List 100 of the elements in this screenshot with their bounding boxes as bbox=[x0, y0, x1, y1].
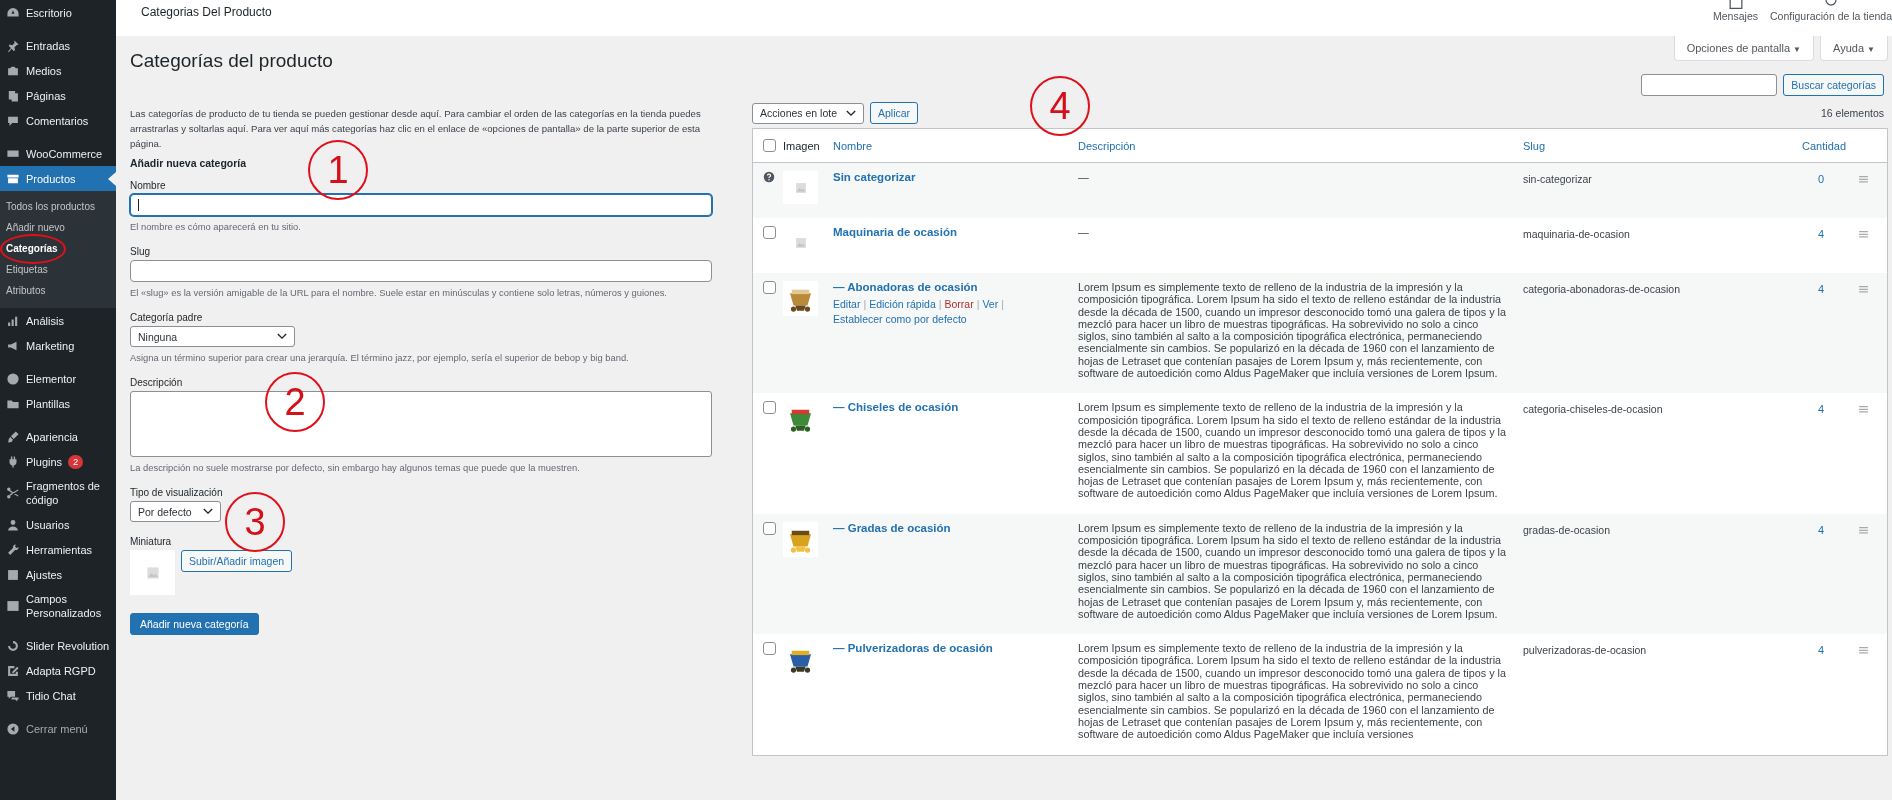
row-checkbox[interactable] bbox=[763, 281, 776, 294]
thumbnail-placeholder bbox=[130, 550, 175, 595]
collapse-icon bbox=[6, 721, 20, 736]
category-name-link[interactable]: — Pulverizadoras de ocasión bbox=[833, 642, 993, 655]
search-button[interactable]: Buscar categorías bbox=[1783, 74, 1884, 96]
sidebar-item[interactable]: Tidio Chat bbox=[0, 683, 116, 708]
header-action[interactable]: Configuración de la tienda bbox=[1770, 0, 1892, 22]
submenu-item[interactable]: Categorías bbox=[0, 238, 116, 259]
text-field[interactable] bbox=[130, 194, 712, 216]
sidebar-item[interactable]: Marketing bbox=[0, 333, 116, 358]
field-label: Tipo de visualización bbox=[130, 487, 224, 498]
product-count-link[interactable]: 4 bbox=[1817, 403, 1825, 416]
product-count-link[interactable]: 4 bbox=[1817, 228, 1825, 240]
collapse-menu-button[interactable]: Cerrar menú bbox=[0, 716, 116, 741]
slug-cell: sin-categorizar bbox=[1523, 173, 1592, 185]
category-name-link[interactable]: Sin categorizar bbox=[833, 171, 916, 183]
sidebar-item[interactable]: Medios bbox=[0, 58, 116, 83]
image-placeholder-icon bbox=[783, 171, 818, 204]
sidebar-item[interactable]: Usuarios bbox=[0, 512, 116, 537]
row-checkbox[interactable] bbox=[763, 226, 776, 239]
submenu-item[interactable]: Añadir nuevo bbox=[0, 217, 116, 238]
separator: | bbox=[1001, 297, 1004, 312]
sidebar-item[interactable]: Slider Revolution bbox=[0, 633, 116, 658]
column-header[interactable]: Nombre bbox=[833, 139, 1078, 152]
category-name-link[interactable]: — Chiseles de ocasión bbox=[833, 401, 959, 414]
submenu-item[interactable]: Etiquetas bbox=[0, 259, 116, 280]
dropdown[interactable]: Por defecto bbox=[130, 501, 221, 522]
row-action-link[interactable]: Establecer como por defecto bbox=[833, 312, 967, 327]
row-checkbox[interactable] bbox=[763, 521, 776, 535]
bulk-actions-dropdown[interactable]: Acciones en lote bbox=[752, 102, 864, 124]
apply-button[interactable]: Aplicar bbox=[870, 102, 919, 124]
annotation-ellipse bbox=[0, 234, 66, 264]
add-category-button[interactable]: Añadir nueva categoría bbox=[130, 613, 259, 635]
sidebar-item[interactable]: WooCommerce bbox=[0, 141, 116, 166]
column-header[interactable]: Slug bbox=[1523, 139, 1789, 152]
sidebar-item[interactable]: Elementor bbox=[0, 366, 116, 391]
form-heading: Añadir nueva categoría bbox=[130, 157, 248, 169]
row-checkbox[interactable] bbox=[763, 401, 776, 415]
product-count-link[interactable]: 4 bbox=[1817, 283, 1825, 295]
help-text: La descripción no suele mostrarse por defecto, sin embargo hay algunos temas que puede que la muestren. bbox=[130, 462, 581, 473]
sidebar-item[interactable]: Fragmentos de código bbox=[0, 474, 116, 512]
drag-handle-icon[interactable] bbox=[1859, 286, 1868, 293]
submenu-item[interactable]: Todos los productos bbox=[0, 196, 116, 217]
sidebar-item[interactable]: Productos bbox=[0, 166, 116, 191]
header-action[interactable]: Mensajes bbox=[1713, 0, 1758, 22]
sidebar-item[interactable]: Adapta RGPD bbox=[0, 658, 116, 683]
sidebar-item[interactable]: Comentarios bbox=[0, 108, 116, 133]
sidebar-item[interactable]: Plugins 2 bbox=[0, 449, 116, 474]
category-name-link[interactable]: — Gradas de ocasión bbox=[833, 521, 951, 534]
row-checkbox[interactable] bbox=[763, 642, 776, 656]
sidebar-item[interactable]: Plantillas bbox=[0, 391, 116, 416]
drag-handle-icon[interactable] bbox=[1859, 231, 1868, 238]
chevron-down-icon bbox=[203, 508, 213, 515]
column-header[interactable]: Descripción bbox=[1078, 139, 1523, 152]
text-field[interactable] bbox=[130, 260, 712, 282]
description-cell-text: Lorem Ipsum es simplemente texto de relleno de la industria de la impresión y la composición tipográfica. Lorem Ipsum ha sido el texto de relleno estándar de la industria desde la década de 1500, cuando un impresor desconocido tomó una galera de tipos y la mezcló para hacer un libro de muestras tipográficas. Ha sobrevivido no solo a cinco siglos, sino también al salto a la composición tipográfica electrónica, permaneciendo esencialmente sin cambios. Se popularizó en la década de 1960 con el lanzamiento de hojas de Letraset que contenían pasajes de Lorem Ipsum y, más recientemente, con software de autoedición como Aldus PageMaker que incluía versiones bbox=[1078, 642, 1507, 741]
product-count-link[interactable]: 4 bbox=[1817, 644, 1825, 657]
drag-handle-icon[interactable] bbox=[1859, 406, 1868, 414]
separator: | bbox=[863, 297, 867, 312]
chat-icon bbox=[6, 688, 20, 703]
current-page-pointer-icon bbox=[108, 171, 116, 186]
search-field[interactable] bbox=[1641, 74, 1778, 96]
column-header[interactable]: Cantidad bbox=[1789, 139, 1859, 152]
description-cell-text: Lorem Ipsum es simplemente texto de relleno de la industria de la impresión y la composición tipográfica. Lorem Ipsum ha sido el texto de relleno estándar de la industria desde la década de 1500, cuando un impresor desconocido tomó una galera de tipos y la mezcló para hacer un libro de muestras tipográficas. Ha sobrevivido no solo a cinco siglos, sino también al salto a la composición tipográfica electrónica, permaneciendo esencialmente sin cambios. Se popularizó en la década de 1960 con el lanzamiento de hojas de Letraset que contenían pasajes de Lorem Ipsum y, más recientemente, con software de autoedición como Aldus PageMaker que incluía versiones de Lorem Ipsum. bbox=[1078, 521, 1507, 621]
sidebar-item[interactable]: Páginas bbox=[0, 83, 116, 108]
drag-handle-icon[interactable] bbox=[1859, 526, 1868, 534]
select-all-checkbox[interactable] bbox=[763, 139, 776, 152]
sidebar-item[interactable]: Herramientas bbox=[0, 537, 116, 562]
screen-options-tab[interactable]: Ayuda ▼ bbox=[1820, 36, 1888, 61]
chevron-down-icon bbox=[277, 333, 287, 340]
field-label: Miniatura bbox=[130, 536, 173, 547]
row-action-link[interactable]: Ver bbox=[982, 297, 999, 312]
slug-cell: pulverizadoras-de-ocasion bbox=[1523, 644, 1647, 657]
help-icon[interactable] bbox=[763, 171, 775, 183]
submenu-item[interactable]: Atributos bbox=[0, 280, 116, 301]
dropdown[interactable]: Ninguna bbox=[130, 326, 295, 347]
row-action-link[interactable]: Editar bbox=[833, 297, 861, 312]
count-badge: 2 bbox=[68, 454, 84, 469]
row-action-link[interactable]: Borrar bbox=[944, 297, 974, 312]
sidebar-item[interactable]: Escritorio bbox=[0, 0, 116, 25]
upload-image-button[interactable]: Subir/Añadir imagen bbox=[181, 550, 293, 572]
product-count-link[interactable]: 0 bbox=[1817, 173, 1825, 185]
product-count-link[interactable]: 4 bbox=[1817, 523, 1825, 536]
annotation-circle: 3 bbox=[225, 492, 285, 552]
drag-handle-icon[interactable] bbox=[1859, 647, 1868, 655]
field-label: Categoría padre bbox=[130, 312, 204, 323]
item-count: 16 elementos bbox=[1820, 107, 1884, 119]
sidebar-item[interactable]: Campos Personalizados bbox=[0, 587, 116, 625]
category-name-link[interactable]: — Abonadoras de ocasión bbox=[833, 281, 978, 293]
sidebar-item[interactable]: Análisis bbox=[0, 308, 116, 333]
person-icon bbox=[6, 517, 20, 532]
drag-handle-icon[interactable] bbox=[1859, 176, 1868, 183]
row-action-link[interactable]: Edición rápida bbox=[869, 297, 936, 312]
category-name-link[interactable]: Maquinaria de ocasión bbox=[833, 226, 957, 238]
page-title: Categorías del producto bbox=[130, 50, 334, 72]
sidebar-item[interactable]: Ajustes bbox=[0, 562, 116, 587]
screen-options-tab[interactable]: Opciones de pantalla ▼ bbox=[1673, 36, 1814, 61]
sidebar-item[interactable]: Entradas bbox=[0, 33, 116, 58]
pin-icon bbox=[6, 38, 20, 53]
sidebar-item[interactable]: Apariencia bbox=[0, 424, 116, 449]
